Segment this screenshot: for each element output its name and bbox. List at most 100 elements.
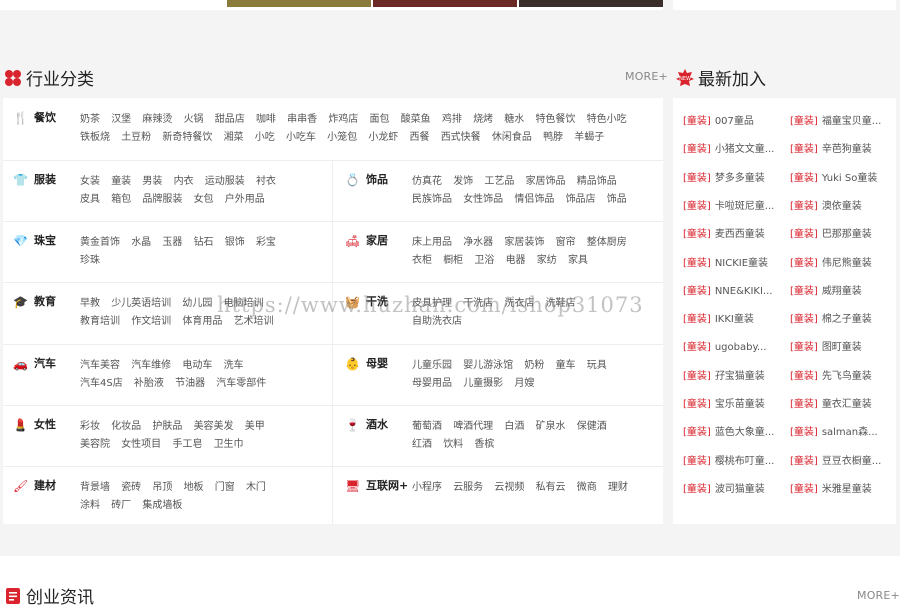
latest-item[interactable]: [童装] NNE&KIKI... <box>683 285 772 299</box>
tag-link[interactable]: 鸭脖 <box>543 132 563 143</box>
tag-link[interactable]: 箱包 <box>111 194 131 205</box>
tag-link[interactable]: 母婴用品 <box>412 378 452 389</box>
tag-link[interactable]: 涂料 <box>80 500 100 511</box>
latest-item[interactable]: [童装] 伟尼熊童装 <box>790 257 872 271</box>
tag-link[interactable]: 云视频 <box>494 482 524 493</box>
tag-link[interactable]: 鸡排 <box>442 114 462 125</box>
tag-link[interactable]: 电器 <box>506 255 526 266</box>
latest-item[interactable]: [童装] 图町童装 <box>790 341 862 355</box>
tag-link[interactable]: 小吃车 <box>286 132 316 143</box>
latest-item[interactable]: [童装] IKKI童装 <box>683 313 754 327</box>
tag-link[interactable]: 家居饰品 <box>526 176 566 187</box>
tag-link[interactable]: 女装 <box>80 176 100 187</box>
latest-item[interactable]: [童装] 先飞鸟童装 <box>790 370 872 384</box>
tag-link[interactable]: 家具 <box>568 255 588 266</box>
tag-link[interactable]: 体育用品 <box>182 316 222 327</box>
banner-image[interactable] <box>373 0 517 7</box>
tag-link[interactable]: 地板 <box>184 482 204 493</box>
tag-link[interactable]: 户外用品 <box>225 194 265 205</box>
tag-link[interactable]: 门窗 <box>215 482 235 493</box>
category-name[interactable]: 饰品 <box>366 173 412 187</box>
tag-link[interactable]: 卫浴 <box>474 255 494 266</box>
tag-link[interactable]: 铁板烧 <box>80 132 110 143</box>
tag-link[interactable]: 奶粉 <box>524 360 544 371</box>
category-name[interactable]: 餐饮 <box>34 111 80 125</box>
tag-link[interactable]: 小笼包 <box>327 132 357 143</box>
tag-link[interactable]: 仿真花 <box>412 176 442 187</box>
tag-link[interactable]: 彩妆 <box>80 421 100 432</box>
tag-link[interactable]: 汽车4S店 <box>80 378 123 389</box>
category-name[interactable]: 珠宝 <box>34 234 80 248</box>
tag-link[interactable]: 小吃 <box>255 132 275 143</box>
tag-link[interactable]: 背景墙 <box>80 482 110 493</box>
category-name[interactable]: 汽车 <box>34 357 80 371</box>
news-more-link[interactable]: MORE+ <box>857 589 900 602</box>
tag-link[interactable]: 咖啡 <box>256 114 276 125</box>
tag-link[interactable]: 汽车维修 <box>131 360 171 371</box>
tag-link[interactable]: 童车 <box>556 360 576 371</box>
tag-link[interactable]: 玩具 <box>587 360 607 371</box>
tag-link[interactable]: 童装 <box>111 176 131 187</box>
tag-link[interactable]: 品牌服装 <box>142 194 182 205</box>
tag-link[interactable]: 化妆品 <box>111 421 141 432</box>
tag-link[interactable]: 发饰 <box>453 176 473 187</box>
latest-item[interactable]: [童装] salman森... <box>790 426 878 440</box>
latest-item[interactable]: [童装] 卡啦斑尼童... <box>683 200 774 214</box>
tag-link[interactable]: 自助洗衣店 <box>412 316 462 327</box>
tag-link[interactable]: 红酒 <box>412 439 432 450</box>
tag-link[interactable]: 钻石 <box>194 237 214 248</box>
category-name[interactable]: 家居 <box>366 234 412 248</box>
category-name[interactable]: 建材 <box>34 479 80 493</box>
tag-link[interactable]: 微商 <box>577 482 597 493</box>
category-name[interactable]: 母婴 <box>366 357 412 371</box>
latest-item[interactable]: [童装] 棉之子童装 <box>790 313 872 327</box>
tag-link[interactable]: 湘菜 <box>224 132 244 143</box>
latest-item[interactable]: [童装] 小猪文文童... <box>683 143 774 157</box>
tag-link[interactable]: 作文培训 <box>131 316 171 327</box>
category-name[interactable]: 服装 <box>34 173 80 187</box>
tag-link[interactable]: 衣柜 <box>412 255 432 266</box>
tag-link[interactable]: 玉器 <box>162 237 182 248</box>
latest-item[interactable]: [童装] ugobaby... <box>683 341 766 355</box>
banner-image[interactable] <box>519 0 663 7</box>
tag-link[interactable]: 啤酒代理 <box>453 421 493 432</box>
banner-image[interactable] <box>227 0 371 7</box>
tag-link[interactable]: 美容院 <box>80 439 110 450</box>
tag-link[interactable]: 珍珠 <box>80 255 100 266</box>
tag-link[interactable]: 香槟 <box>474 439 494 450</box>
industry-more-link[interactable]: MORE+ <box>625 70 668 83</box>
tag-link[interactable]: 节油器 <box>175 378 205 389</box>
tag-link[interactable]: 麻辣烫 <box>142 114 172 125</box>
tag-link[interactable]: 土豆粉 <box>121 132 151 143</box>
tag-link[interactable]: 甜品店 <box>215 114 245 125</box>
latest-item[interactable]: [童装] 樱桃布叮童... <box>683 455 774 469</box>
category-name[interactable]: 互联网+ <box>366 479 412 493</box>
latest-item[interactable]: [童装] Yuki So童装 <box>790 172 877 186</box>
latest-item[interactable]: [童装] 威翔童装 <box>790 285 862 299</box>
tag-link[interactable]: 卫生巾 <box>214 439 244 450</box>
category-name[interactable]: 酒水 <box>366 418 412 432</box>
tag-link[interactable]: 保健酒 <box>577 421 607 432</box>
tag-link[interactable]: 白酒 <box>504 421 524 432</box>
tag-link[interactable]: 私有云 <box>536 482 566 493</box>
tag-link[interactable]: 瓷砖 <box>121 482 141 493</box>
tag-link[interactable]: 窗帘 <box>556 237 576 248</box>
latest-item[interactable]: [童装] 澳依童装 <box>790 200 862 214</box>
tag-link[interactable]: 汽车零部件 <box>216 378 266 389</box>
tag-link[interactable]: 汉堡 <box>111 114 131 125</box>
latest-item[interactable]: [童装] 宝乐苗童装 <box>683 398 765 412</box>
tag-link[interactable]: 饰品 <box>607 194 627 205</box>
latest-item[interactable]: [童装] 童衣汇童装 <box>790 398 872 412</box>
tag-link[interactable]: 集成墙板 <box>142 500 182 511</box>
tag-link[interactable]: 汽车美容 <box>80 360 120 371</box>
tag-link[interactable]: 砖厂 <box>111 500 131 511</box>
tag-link[interactable]: 家纺 <box>537 255 557 266</box>
tag-link[interactable]: 床上用品 <box>412 237 452 248</box>
latest-item[interactable]: [童装] 辛芭狗童装 <box>790 143 872 157</box>
tag-link[interactable]: 西餐 <box>410 132 430 143</box>
tag-link[interactable]: 小程序 <box>412 482 442 493</box>
latest-item[interactable]: [童装] 波司猫童装 <box>683 483 765 497</box>
latest-item[interactable]: [童装] 巴那那童装 <box>790 228 872 242</box>
tag-link[interactable]: 小龙虾 <box>368 132 398 143</box>
latest-item[interactable]: [童装] 福童宝贝童... <box>790 115 881 129</box>
